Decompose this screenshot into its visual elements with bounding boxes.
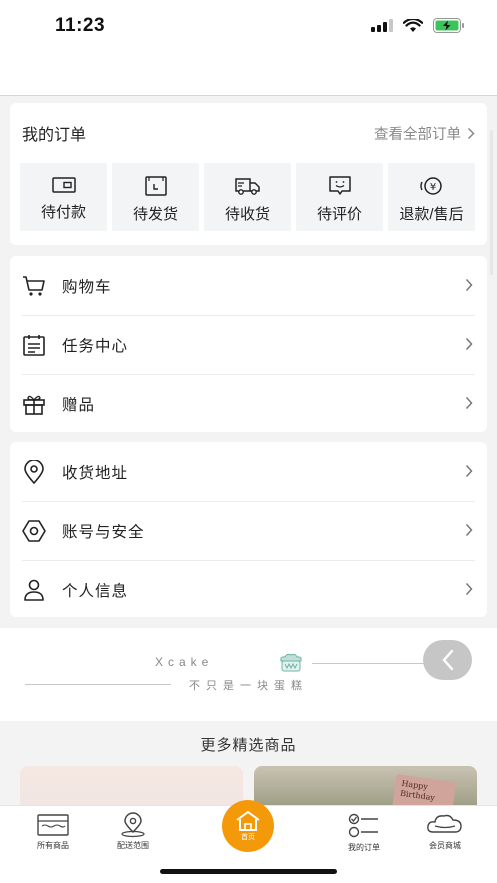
scroll-indicator (490, 130, 493, 275)
menu-item-label: 账号与安全 (62, 523, 145, 541)
order-tile-pending-receipt[interactable]: 待收货 (204, 163, 291, 231)
chevron-right-icon (465, 396, 473, 410)
order-tile-refund[interactable]: ¥ 退款/售后 (388, 163, 475, 231)
all-products-icon (37, 814, 69, 836)
menu-item-label: 购物车 (62, 278, 112, 296)
wallet-icon (51, 177, 76, 193)
pending-ship-icon (144, 176, 167, 196)
order-tile-pending-payment[interactable]: 待付款 (20, 163, 107, 231)
order-tile-pending-review[interactable]: 待评价 (296, 163, 383, 231)
menu-item-gift[interactable]: 赠品 (10, 374, 487, 433)
menu-group-account: 收货地址 账号与安全 个人信息 (10, 442, 487, 617)
order-tile-label: 退款/售后 (399, 206, 464, 223)
tab-home[interactable]: 首页 (222, 800, 274, 852)
tab-label: 我的订单 (348, 843, 380, 852)
menu-item-task-center[interactable]: 任务中心 (10, 315, 487, 374)
home-icon (236, 811, 260, 831)
chevron-right-icon (465, 523, 473, 537)
brand-name: Xcake (155, 655, 214, 669)
status-icons (371, 18, 465, 33)
refund-icon: ¥ (419, 177, 442, 195)
tab-label: 首页 (241, 834, 255, 841)
chevron-right-icon (465, 337, 473, 351)
menu-item-cart[interactable]: 购物车 (10, 256, 487, 315)
home-indicator (160, 869, 337, 874)
view-all-orders-link[interactable]: 查看全部订单 (374, 123, 475, 144)
review-icon (328, 176, 351, 195)
tab-my-orders[interactable]: 我的订单 (329, 812, 399, 853)
chevron-right-icon (465, 464, 473, 478)
menu-group-shopping: 购物车 任务中心 赠品 (10, 256, 487, 432)
more-products-title: 更多精选商品 (200, 737, 297, 754)
delivery-truck-icon (234, 178, 260, 195)
brand-banner: Xcake 不只是一块蛋糕 (0, 628, 497, 721)
cake-logo-icon (280, 653, 302, 672)
brand-slogan: 不只是一块蛋糕 (189, 680, 308, 692)
tab-label: 会员商城 (429, 841, 461, 850)
orders-title: 我的订单 (22, 127, 87, 144)
tab-member-mall[interactable]: 会员商城 (410, 812, 480, 851)
wifi-icon (403, 18, 423, 32)
menu-item-label: 任务中心 (62, 337, 129, 355)
menu-item-label: 个人信息 (62, 582, 129, 600)
chevron-left-icon (441, 649, 453, 671)
user-icon (22, 578, 46, 602)
location-icon (22, 459, 46, 484)
order-tile-label: 待评价 (316, 206, 362, 223)
back-button[interactable] (423, 640, 472, 680)
cart-icon (22, 274, 46, 298)
settings-icon (22, 519, 46, 543)
chevron-right-icon (467, 127, 475, 139)
tab-label: 配送范围 (117, 841, 149, 850)
battery-charging-icon (433, 18, 464, 33)
header-bar (0, 56, 497, 96)
order-tile-label: 待发货 (132, 206, 178, 223)
menu-item-label: 赠品 (62, 396, 96, 414)
tab-label: 所有商品 (37, 841, 69, 850)
order-tile-label: 待付款 (40, 204, 86, 221)
view-all-orders-label: 查看全部订单 (374, 126, 461, 143)
svg-text:¥: ¥ (429, 182, 435, 193)
my-orders-icon (348, 813, 378, 838)
divider (25, 684, 171, 685)
chevron-right-icon (465, 278, 473, 292)
order-tile-label: 待收货 (224, 206, 270, 223)
chevron-right-icon (465, 582, 473, 596)
status-bar: 11:23 (0, 0, 497, 56)
menu-item-address[interactable]: 收货地址 (10, 442, 487, 501)
status-time: 11:23 (55, 15, 106, 36)
gift-icon (22, 392, 46, 416)
order-tile-pending-shipment[interactable]: 待发货 (112, 163, 199, 231)
menu-item-label: 收货地址 (62, 464, 129, 482)
tab-all-products[interactable]: 所有商品 (18, 812, 88, 851)
menu-item-account-security[interactable]: 账号与安全 (10, 501, 487, 560)
member-mall-icon (427, 814, 462, 833)
menu-item-personal-info[interactable]: 个人信息 (10, 560, 487, 619)
task-icon (22, 333, 46, 357)
delivery-range-icon (121, 812, 145, 838)
orders-card: 我的订单 查看全部订单 待付款 待发货 待收货 待评价 ¥ 退款/售后 (10, 103, 487, 245)
cellular-signal-icon (371, 19, 393, 32)
tab-delivery-range[interactable]: 配送范围 (98, 812, 168, 851)
